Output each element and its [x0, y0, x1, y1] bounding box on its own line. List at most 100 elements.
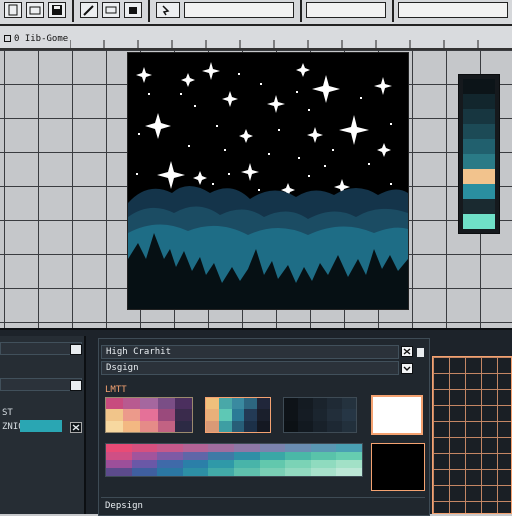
- gradient-swatch[interactable]: [106, 444, 132, 452]
- gradient-swatch[interactable]: [234, 452, 260, 460]
- gradient-swatch[interactable]: [157, 452, 183, 460]
- palette-swatch[interactable]: [463, 169, 495, 184]
- palette-swatch[interactable]: [244, 420, 258, 432]
- document-tab-title[interactable]: 0 Iib-Gome: [14, 34, 68, 44]
- gradient-swatch[interactable]: [208, 444, 234, 452]
- scroll-handle[interactable]: [417, 348, 424, 357]
- palette-swatch[interactable]: [157, 398, 175, 410]
- swatch-grid-teal[interactable]: [205, 397, 271, 433]
- gradient-swatch[interactable]: [336, 468, 362, 476]
- gradient-swatch[interactable]: [208, 460, 234, 468]
- gradient-swatch[interactable]: [336, 444, 362, 452]
- swatch-grid-warm[interactable]: [105, 397, 193, 433]
- palette-swatch[interactable]: [463, 124, 495, 139]
- current-color-swatch[interactable]: [371, 395, 423, 435]
- gradient-swatch[interactable]: [285, 468, 311, 476]
- palette-swatch[interactable]: [463, 94, 495, 109]
- gradient-swatch[interactable]: [285, 452, 311, 460]
- pixel-preview-grid[interactable]: [432, 356, 512, 514]
- palette-swatch[interactable]: [463, 79, 495, 94]
- gradient-swatch[interactable]: [182, 460, 209, 468]
- palette-swatch[interactable]: [174, 420, 192, 432]
- palette-swatch[interactable]: [284, 420, 299, 432]
- gradient-swatch[interactable]: [285, 460, 311, 468]
- palette-swatch[interactable]: [218, 398, 232, 410]
- swatch-grid-dark[interactable]: [283, 397, 357, 433]
- palette-swatch[interactable]: [244, 409, 258, 421]
- close-icon[interactable]: [70, 422, 82, 433]
- palette-swatch[interactable]: [284, 409, 299, 421]
- gradient-swatch[interactable]: [131, 460, 158, 468]
- palette-swatch[interactable]: [463, 199, 495, 214]
- palette-swatch[interactable]: [123, 398, 141, 410]
- eraser-icon[interactable]: [102, 2, 120, 18]
- palette-swatch[interactable]: [298, 420, 313, 432]
- palette-swatch[interactable]: [123, 409, 141, 421]
- gradient-swatch[interactable]: [259, 468, 286, 476]
- swatch-strip[interactable]: [458, 74, 500, 234]
- gradient-swatch[interactable]: [131, 444, 158, 452]
- toolbar-field-2[interactable]: [306, 2, 386, 18]
- palette-swatch[interactable]: [244, 398, 258, 410]
- palette-swatch[interactable]: [257, 409, 270, 421]
- gradient-swatch[interactable]: [106, 460, 132, 468]
- dropdown-icon[interactable]: [401, 363, 413, 374]
- palette-swatch[interactable]: [463, 214, 495, 229]
- open-icon[interactable]: [26, 2, 44, 18]
- toolbar-field[interactable]: [184, 2, 294, 18]
- palette-swatch[interactable]: [106, 409, 124, 421]
- palette-title-bar[interactable]: High Crarhit: [101, 345, 399, 359]
- gradient-swatch[interactable]: [182, 468, 209, 476]
- gradient-swatch[interactable]: [157, 468, 183, 476]
- palette-swatch[interactable]: [157, 409, 175, 421]
- palette-swatch[interactable]: [298, 398, 313, 410]
- gradient-swatch[interactable]: [336, 452, 362, 460]
- palette-swatch[interactable]: [106, 398, 124, 410]
- palette-swatch[interactable]: [341, 409, 356, 421]
- fill-icon[interactable]: [124, 2, 142, 18]
- palette-swatch[interactable]: [341, 420, 356, 432]
- gradient-swatch[interactable]: [310, 452, 337, 460]
- palette-swatch[interactable]: [327, 398, 342, 410]
- close-icon[interactable]: [401, 346, 413, 357]
- palette-swatch[interactable]: [463, 184, 495, 199]
- gradient-swatch[interactable]: [234, 444, 260, 452]
- palette-swatch[interactable]: [257, 420, 270, 432]
- gradient-swatch[interactable]: [259, 452, 286, 460]
- palette-swatch[interactable]: [312, 409, 328, 421]
- palette-swatch[interactable]: [327, 409, 342, 421]
- palette-swatch[interactable]: [327, 420, 342, 432]
- gradient-swatch[interactable]: [131, 468, 158, 476]
- gradient-ramp[interactable]: [105, 443, 363, 477]
- gradient-swatch[interactable]: [208, 452, 234, 460]
- gradient-swatch[interactable]: [182, 444, 209, 452]
- palette-swatch[interactable]: [140, 420, 158, 432]
- palette-swatch[interactable]: [206, 420, 219, 432]
- gradient-swatch[interactable]: [106, 468, 132, 476]
- secondary-color-swatch[interactable]: [371, 443, 425, 491]
- gradient-swatch[interactable]: [234, 460, 260, 468]
- palette-swatch[interactable]: [231, 409, 245, 421]
- gradient-swatch[interactable]: [310, 444, 337, 452]
- palette-swatch[interactable]: [312, 398, 328, 410]
- gradient-swatch[interactable]: [285, 444, 311, 452]
- gradient-swatch[interactable]: [106, 452, 132, 460]
- palette-swatch[interactable]: [231, 420, 245, 432]
- new-icon[interactable]: [4, 2, 22, 18]
- gradient-swatch[interactable]: [310, 460, 337, 468]
- gradient-swatch[interactable]: [182, 452, 209, 460]
- gradient-swatch[interactable]: [310, 468, 337, 476]
- palette-swatch[interactable]: [231, 398, 245, 410]
- palette-swatch[interactable]: [218, 420, 232, 432]
- gradient-swatch[interactable]: [157, 460, 183, 468]
- dropdown-icon[interactable]: [70, 344, 82, 355]
- pencil-icon[interactable]: [80, 2, 98, 18]
- gradient-swatch[interactable]: [336, 460, 362, 468]
- palette-swatch[interactable]: [312, 420, 328, 432]
- gradient-swatch[interactable]: [234, 468, 260, 476]
- gradient-swatch[interactable]: [259, 460, 286, 468]
- palette-swatch[interactable]: [463, 109, 495, 124]
- toolbar-field-3[interactable]: [398, 2, 508, 18]
- palette-swatch[interactable]: [140, 398, 158, 410]
- gradient-swatch[interactable]: [208, 468, 234, 476]
